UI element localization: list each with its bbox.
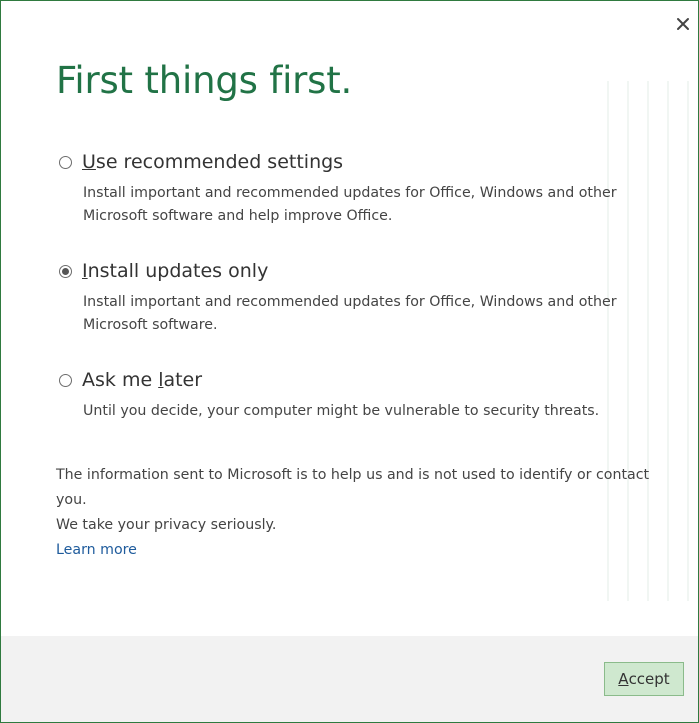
radio-button-recommended[interactable] <box>59 155 72 169</box>
radio-button-install-updates[interactable] <box>59 264 72 278</box>
dialog-title: First things first. <box>56 59 353 102</box>
privacy-commitment: We take your privacy seriously. <box>56 517 277 533</box>
privacy-statement: The information sent to Microsoft is to … <box>56 467 650 508</box>
radio-recommended-settings[interactable]: Use recommended settings <box>59 148 643 176</box>
option-ask-me-later: Ask me later Until you decide, your comp… <box>59 366 643 423</box>
option-description-ask-later: Until you decide, your computer might be… <box>83 403 600 419</box>
close-button[interactable] <box>674 15 692 33</box>
radio-button-ask-later[interactable] <box>59 373 72 387</box>
option-label-install-updates: Install updates only <box>82 260 269 282</box>
option-label-recommended: Use recommended settings <box>82 151 344 173</box>
close-icon <box>677 18 689 30</box>
radio-ask-me-later[interactable]: Ask me later <box>59 366 643 394</box>
option-description-install-updates: Install important and recommended update… <box>83 294 617 333</box>
option-install-updates-only: Install updates only Install important a… <box>59 257 643 337</box>
option-recommended-settings: Use recommended settings Install importa… <box>59 148 643 228</box>
radio-install-updates-only[interactable]: Install updates only <box>59 257 643 285</box>
learn-more-link[interactable]: Learn more <box>56 542 137 558</box>
option-description-recommended: Install important and recommended update… <box>83 185 617 224</box>
dialog-footer: Accept <box>1 636 698 722</box>
option-label-ask-later: Ask me later <box>82 369 203 391</box>
privacy-info: The information sent to Microsoft is to … <box>56 463 656 563</box>
first-run-dialog: First things first. Use recommended sett… <box>0 0 699 723</box>
accept-button[interactable]: Accept <box>604 662 684 696</box>
